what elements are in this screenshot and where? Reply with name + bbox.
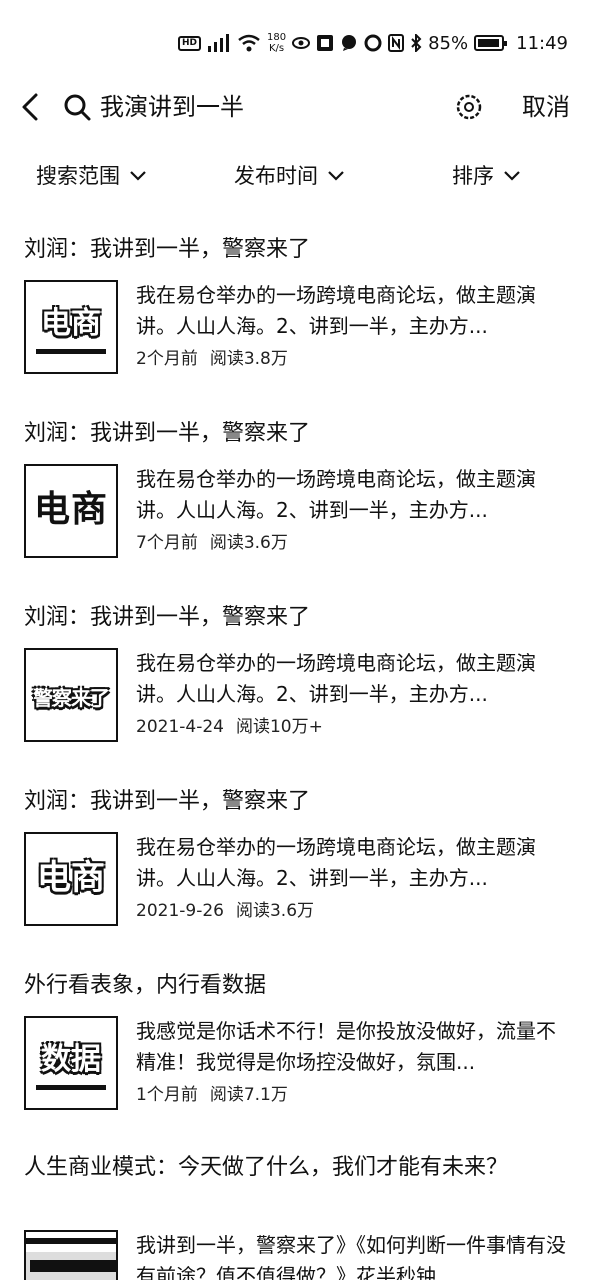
network-speed-unit: K/s: [268, 43, 285, 54]
result-item[interactable]: 刘润：我讲到一半，警察来了 电商 我在易仓举办的一场跨境电商论坛，做主题演讲。人…: [0, 778, 590, 962]
result-reads: 阅读3.6万: [235, 901, 315, 921]
filter-label: 发布时间: [234, 164, 318, 188]
eye-icon: [292, 37, 311, 49]
message-icon: [342, 35, 357, 51]
network-speed-value: 180: [267, 32, 287, 43]
filter-label: 排序: [452, 164, 494, 188]
cancel-button[interactable]: 取消: [522, 90, 570, 124]
network-speed: 180 K/s: [267, 32, 286, 54]
back-arrow-icon[interactable]: [14, 90, 48, 124]
result-time: 2个月前: [136, 349, 198, 369]
result-thumbnail: 电商: [24, 832, 118, 926]
result-reads: 阅读3.8万: [209, 349, 288, 369]
thumbnail-underline: [36, 349, 106, 354]
result-title: 刘润：我讲到一半，警察来了: [24, 421, 311, 446]
result-thumbnail: 电商: [24, 464, 118, 558]
status-bar: HD 180 K/s 85% 11:49: [0, 0, 590, 84]
result-item[interactable]: 刘润：我讲到一半，警察来了 电商 我在易仓举办的一场跨境电商论坛，做主题演讲。人…: [0, 410, 590, 594]
thumbnail-text: 警察来了: [33, 686, 110, 710]
chevron-down-icon: [130, 171, 146, 181]
result-meta: 7个月前 阅读3.6万: [136, 528, 288, 558]
result-title: 刘润：我讲到一半，警察来了: [24, 237, 311, 262]
result-meta: 2个月前 阅读3.8万: [136, 344, 288, 374]
result-item[interactable]: 刘润：我讲到一半，警察来了 电商 我在易仓举办的一场跨境电商论坛，做主题演讲。人…: [0, 226, 590, 410]
filter-label: 搜索范围: [36, 164, 120, 188]
result-reads: 阅读10万+: [235, 717, 323, 737]
result-snippet: 我在易仓举办的一场跨境电商论坛，做主题演讲。人山人海。2、讲到一半，主办方...: [136, 835, 536, 890]
result-thumbnail: [24, 1230, 118, 1280]
result-time: 7个月前: [136, 533, 198, 553]
filter-bar: 搜索范围 发布时间 排序: [0, 156, 590, 200]
result-title: 刘润：我讲到一半，警察来了: [24, 605, 311, 630]
camera-search-icon[interactable]: [454, 92, 484, 122]
result-reads: 阅读3.6万: [209, 533, 288, 553]
result-title: 外行看表象，内行看数据: [24, 973, 267, 998]
result-snippet: 我感觉是你话术不行！是你投放没做好，流量不精准！我觉得是你场控没做好，氛围...: [136, 1019, 556, 1074]
result-snippet: 我在易仓举办的一场跨境电商论坛，做主题演讲。人山人海。2、讲到一半，主办方...: [136, 283, 536, 338]
result-item[interactable]: 刘润：我讲到一半，警察来了 警察来了 我在易仓举办的一场跨境电商论坛，做主题演讲…: [0, 594, 590, 778]
result-time: 1个月前: [136, 1085, 198, 1105]
filter-sort[interactable]: 排序: [452, 156, 522, 196]
status-icons: HD 180 K/s 85% 11:49: [178, 28, 568, 58]
result-item[interactable]: 人生商业模式：今天做了什么，我们才能有未来？ 我讲到一半，警察来了》《如何判断一…: [0, 1146, 590, 1280]
result-thumbnail: 警察来了: [24, 648, 118, 742]
result-snippet: 我在易仓举办的一场跨境电商论坛，做主题演讲。人山人海。2、讲到一半，主办方...: [136, 651, 536, 706]
wifi-icon: [238, 34, 260, 52]
thumbnail-text: 电商: [33, 489, 108, 530]
search-header: 我演讲到一半 取消: [0, 84, 590, 130]
result-meta: 2021-4-24 阅读10万+: [136, 712, 323, 742]
result-thumbnail: 数据: [24, 1016, 118, 1110]
signal-icon: [208, 34, 230, 52]
result-time: 2021-4-24: [136, 717, 224, 737]
search-icon: [64, 94, 91, 121]
result-meta: 1个月前 阅读7.1万: [136, 1080, 288, 1110]
result-reads: 阅读7.1万: [209, 1085, 288, 1105]
hd-icon: HD: [178, 35, 202, 51]
result-title: 人生商业模式：今天做了什么，我们才能有未来？: [24, 1155, 509, 1180]
filter-search-scope[interactable]: 搜索范围: [36, 156, 148, 196]
thumbnail-underline: [36, 1085, 106, 1090]
thumbnail-image: [26, 1238, 116, 1280]
chevron-down-icon: [504, 171, 520, 181]
app-notification-icon: [317, 35, 334, 51]
nfc-icon: [388, 34, 405, 52]
result-item[interactable]: 外行看表象，内行看数据 数据 我感觉是你话术不行！是你投放没做好，流量不精准！我…: [0, 962, 590, 1146]
chevron-down-icon: [328, 171, 344, 181]
result-snippet: 我在易仓举办的一场跨境电商论坛，做主题演讲。人山人海。2、讲到一半，主办方...: [136, 467, 536, 522]
result-snippet: 我讲到一半，警察来了》《如何判断一件事情有没有前途？值不值得做？》花半秒钟...: [136, 1233, 566, 1280]
results-list: 刘润：我讲到一半，警察来了 电商 我在易仓举办的一场跨境电商论坛，做主题演讲。人…: [0, 226, 590, 1280]
result-thumbnail: 电商: [24, 280, 118, 374]
thumbnail-text: 电商: [41, 306, 101, 341]
battery-icon: [474, 35, 508, 51]
battery-percent: 85%: [428, 32, 469, 54]
result-time: 2021-9-26: [136, 901, 224, 921]
thumbnail-text: 电商: [37, 858, 105, 898]
thumbnail-text: 数据: [41, 1042, 101, 1077]
result-meta: 2021-9-26 阅读3.6万: [136, 896, 314, 926]
filter-publish-time[interactable]: 发布时间: [234, 156, 346, 196]
clock: 11:49: [516, 32, 568, 54]
browser-icon: [364, 34, 382, 52]
result-title: 刘润：我讲到一半，警察来了: [24, 789, 311, 814]
search-input[interactable]: 我演讲到一半: [100, 90, 244, 124]
bluetooth-icon: [411, 34, 422, 52]
